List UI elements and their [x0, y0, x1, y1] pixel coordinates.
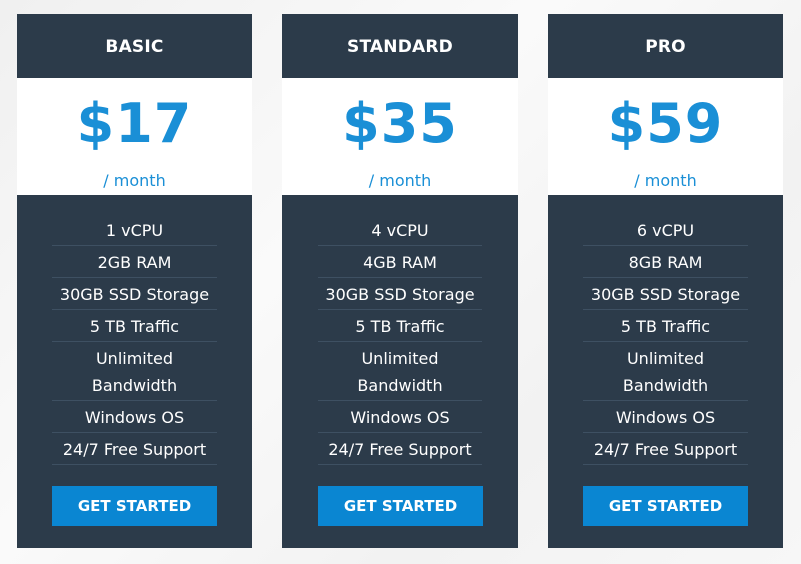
- feature-item: 4 vCPU: [318, 214, 482, 246]
- feature-item: Windows OS: [52, 401, 217, 433]
- price-box: $35 / month: [282, 78, 518, 195]
- plan-name: BASIC: [105, 37, 164, 57]
- feature-item: Windows OS: [583, 401, 748, 433]
- plan-name: PRO: [645, 37, 686, 57]
- feature-item: 24/7 Free Support: [52, 433, 217, 465]
- pricing-card-pro: PRO $59 / month 6 vCPU 8GB RAM 30GB SSD …: [548, 14, 783, 548]
- feature-item: 30GB SSD Storage: [583, 278, 748, 310]
- price-box: $59 / month: [548, 78, 783, 195]
- feature-item: 6 vCPU: [583, 214, 748, 246]
- feature-item: Unlimited Bandwidth: [318, 342, 482, 401]
- plan-name: STANDARD: [347, 37, 453, 57]
- feature-item: 5 TB Traffic: [52, 310, 217, 342]
- price-box: $17 / month: [17, 78, 252, 195]
- feature-item: Windows OS: [318, 401, 482, 433]
- plan-price: $59: [607, 92, 724, 155]
- billing-period: / month: [368, 171, 432, 190]
- feature-item: 30GB SSD Storage: [52, 278, 217, 310]
- feature-item: 24/7 Free Support: [318, 433, 482, 465]
- feature-item: 2GB RAM: [52, 246, 217, 278]
- billing-period: / month: [634, 171, 697, 190]
- get-started-button[interactable]: GET STARTED: [52, 486, 217, 526]
- feature-item: Unlimited Bandwidth: [52, 342, 217, 401]
- get-started-button[interactable]: GET STARTED: [318, 486, 483, 526]
- feature-list: 4 vCPU 4GB RAM 30GB SSD Storage 5 TB Tra…: [318, 214, 482, 465]
- feature-item: 4GB RAM: [318, 246, 482, 278]
- feature-item: 24/7 Free Support: [583, 433, 748, 465]
- pricing-card-standard: STANDARD $35 / month 4 vCPU 4GB RAM 30GB…: [282, 14, 518, 548]
- feature-item: 1 vCPU: [52, 214, 217, 246]
- plan-price: $35: [342, 92, 458, 155]
- pricing-card-basic: BASIC $17 / month 1 vCPU 2GB RAM 30GB SS…: [17, 14, 252, 548]
- billing-period: / month: [103, 171, 166, 190]
- feature-item: 5 TB Traffic: [583, 310, 748, 342]
- feature-item: Unlimited Bandwidth: [583, 342, 748, 401]
- feature-list: 6 vCPU 8GB RAM 30GB SSD Storage 5 TB Tra…: [583, 214, 748, 465]
- feature-item: 30GB SSD Storage: [318, 278, 482, 310]
- get-started-button[interactable]: GET STARTED: [583, 486, 748, 526]
- feature-list: 1 vCPU 2GB RAM 30GB SSD Storage 5 TB Tra…: [52, 214, 217, 465]
- feature-item: 8GB RAM: [583, 246, 748, 278]
- plan-price: $17: [76, 92, 193, 155]
- feature-item: 5 TB Traffic: [318, 310, 482, 342]
